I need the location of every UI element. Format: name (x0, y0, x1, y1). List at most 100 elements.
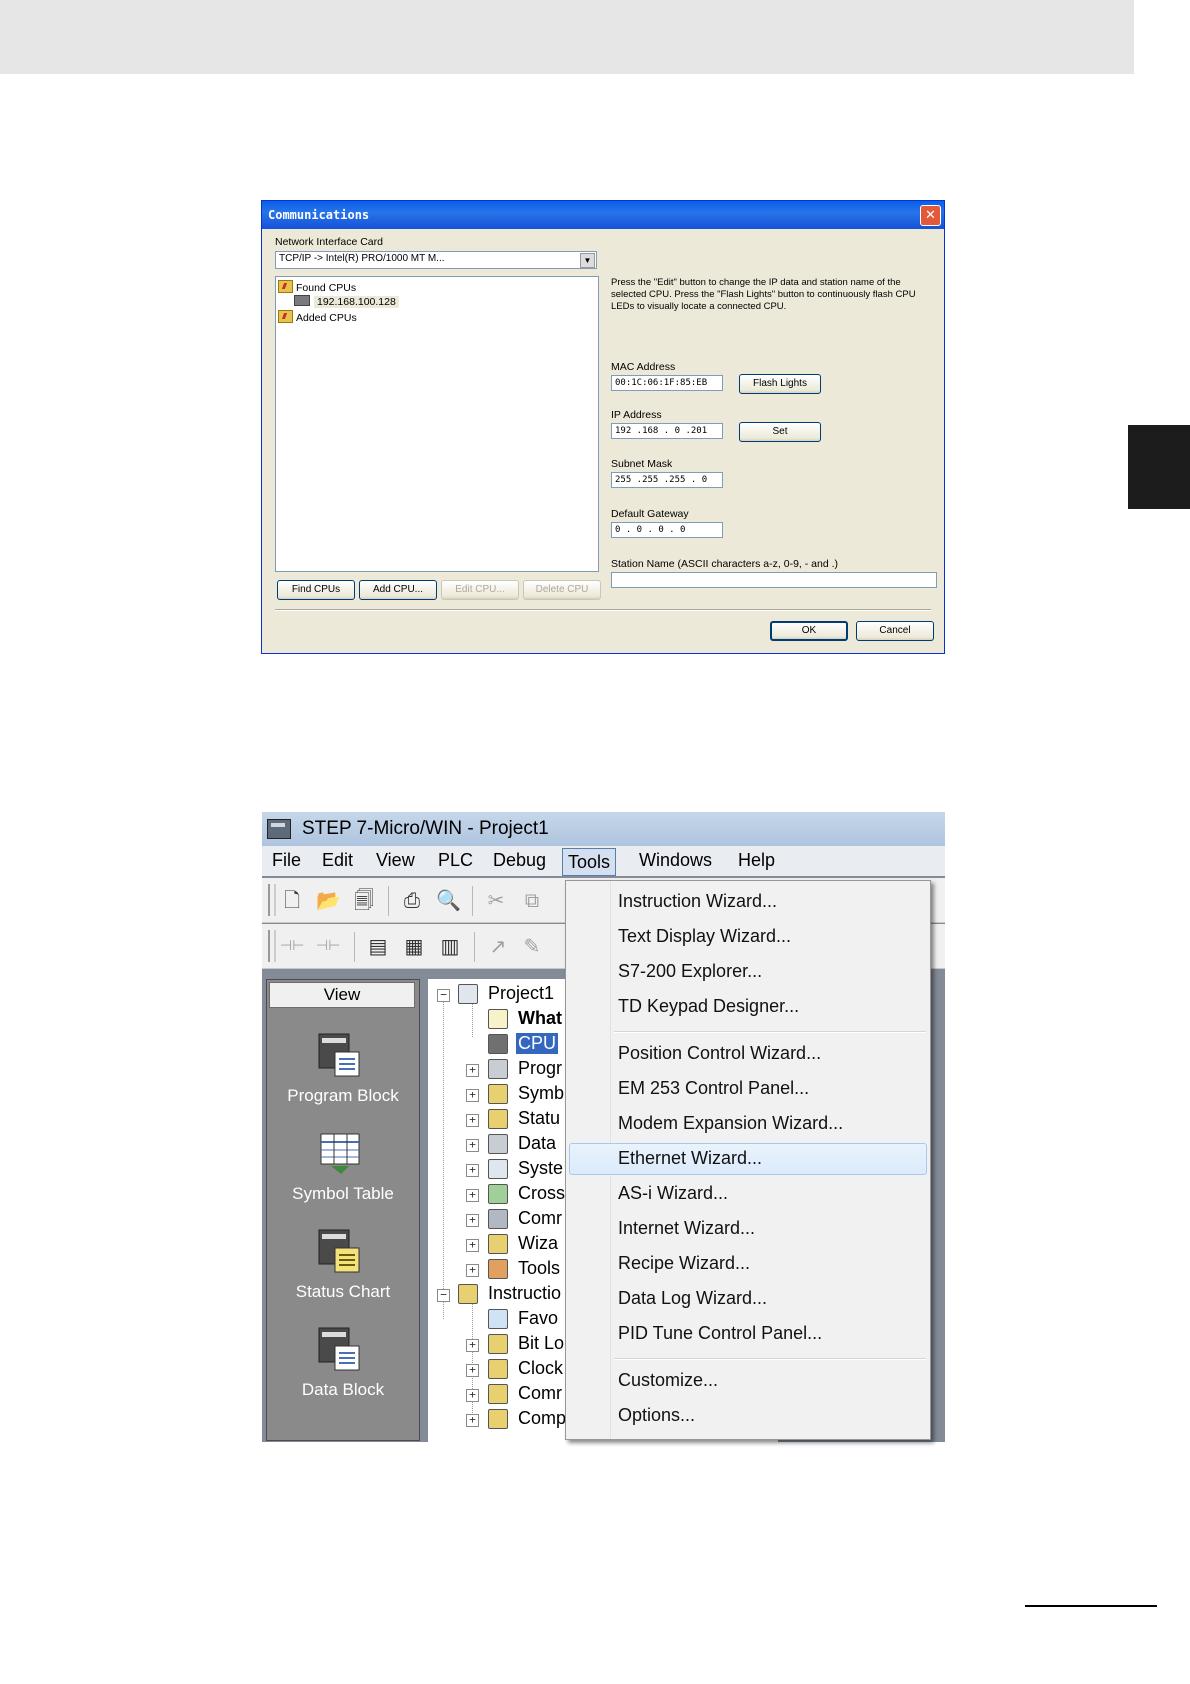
communications-icon (488, 1209, 508, 1229)
menu-item-text-display-wizard[interactable]: Text Display Wizard... (618, 926, 791, 947)
chevron-down-icon[interactable]: ▼ (580, 253, 595, 268)
expand-icon: + (466, 1389, 479, 1402)
folder-icon (278, 280, 293, 293)
gateway-field[interactable]: 0 . 0 . 0 . 0 (611, 522, 723, 538)
navigation-bar: View Program Block Symbol Table Status C… (266, 979, 420, 1441)
branch-tool-icon[interactable]: ✎ (520, 934, 544, 958)
menu-separator (614, 1031, 926, 1033)
flash-lights-button[interactable]: Flash Lights (739, 374, 821, 394)
clock-icon (488, 1359, 508, 1379)
data-block-icon (488, 1134, 508, 1154)
print-preview-icon[interactable]: 🔍 (436, 888, 461, 912)
nav-symbol-table[interactable]: Symbol Table (267, 1130, 419, 1220)
add-cpu-button[interactable]: Add CPU... (359, 580, 437, 600)
nav-data-block[interactable]: Data Block (267, 1326, 419, 1416)
save-all-icon[interactable]: 🗐 (352, 888, 376, 912)
expand-icon: + (466, 1264, 479, 1277)
menu-item-td-keypad-designer[interactable]: TD Keypad Designer... (618, 996, 799, 1017)
dialog-title-bar: Communications ✕ (262, 201, 944, 229)
menu-item-data-log-wizard[interactable]: Data Log Wizard... (618, 1288, 767, 1309)
delete-contact-icon[interactable]: ⊣⊢ (316, 934, 340, 958)
set-button[interactable]: Set (739, 422, 821, 442)
tree-guide (443, 999, 444, 1319)
tree-item-found-cpus[interactable]: Found CPUs (278, 280, 356, 294)
menu-plc[interactable]: PLC (438, 850, 473, 871)
station-name-field[interactable] (611, 572, 937, 588)
network-view-icon[interactable]: ▦ (402, 934, 426, 958)
window-title: STEP 7-Micro/WIN - Project1 (302, 818, 549, 839)
menu-item-options[interactable]: Options... (618, 1405, 695, 1426)
subnet-field[interactable]: 255 .255 .255 . 0 (611, 472, 723, 488)
edit-network-icon[interactable]: ▤ (366, 934, 390, 958)
close-icon[interactable]: ✕ (920, 205, 941, 226)
dialog-body: Network Interface Card TCP/IP -> Intel(R… (265, 229, 941, 650)
cut-icon[interactable]: ✂ (484, 888, 508, 912)
expand-icon: + (466, 1064, 479, 1077)
mac-label: MAC Address (611, 361, 676, 373)
menu-item-as-i-wizard[interactable]: AS-i Wizard... (618, 1183, 728, 1204)
folder-icon (488, 1084, 508, 1104)
station-name-label: Station Name (ASCII characters a-z, 0-9,… (611, 558, 839, 570)
edit-cpu-button[interactable]: Edit CPU... (441, 580, 519, 600)
grid-view-icon[interactable]: ▥ (438, 934, 462, 958)
footer-rule (1025, 1605, 1157, 1607)
menu-item-internet-wizard[interactable]: Internet Wizard... (618, 1218, 755, 1239)
app-icon (267, 819, 291, 839)
collapse-icon: − (437, 1289, 450, 1302)
status-chart-icon (318, 1229, 360, 1273)
menu-view[interactable]: View (376, 850, 415, 871)
menu-item-s7-200-explorer[interactable]: S7-200 Explorer... (618, 961, 762, 982)
toolbar-separator (388, 886, 389, 916)
menu-file[interactable]: File (272, 850, 301, 871)
mac-field: 00:1C:06:1F:85:EB (611, 375, 723, 391)
tree-item-cpu-ip[interactable]: 192.168.100.128 (294, 295, 399, 308)
compare-icon (488, 1409, 508, 1429)
instructions-folder-icon (458, 1284, 478, 1304)
toolbar-grip[interactable] (268, 884, 276, 916)
menu-item-recipe-wizard[interactable]: Recipe Wizard... (618, 1253, 750, 1274)
menu-edit[interactable]: Edit (322, 850, 353, 871)
toolbar-separator (474, 932, 475, 962)
toolbar-separator (354, 932, 355, 962)
nav-header[interactable]: View (269, 982, 415, 1008)
menu-item-modem-expansion-wizard[interactable]: Modem Expansion Wizard... (618, 1113, 843, 1134)
nav-status-chart[interactable]: Status Chart (267, 1228, 419, 1318)
menu-item-instruction-wizard[interactable]: Instruction Wizard... (618, 891, 777, 912)
menu-item-position-control-wizard[interactable]: Position Control Wizard... (618, 1043, 821, 1064)
tree-guide (472, 1003, 473, 1037)
menu-debug[interactable]: Debug (493, 850, 546, 871)
menu-windows[interactable]: Windows (639, 850, 712, 871)
line-tool-icon[interactable]: ↗ (486, 934, 510, 958)
tree-item-added-cpus[interactable]: Added CPUs (278, 310, 357, 324)
find-cpus-button[interactable]: Find CPUs (277, 580, 355, 600)
copy-icon[interactable]: ⧉ (520, 888, 544, 912)
menu-item-em253-control-panel[interactable]: EM 253 Control Panel... (618, 1078, 809, 1099)
system-block-icon (488, 1159, 508, 1179)
help-icon (488, 1009, 508, 1029)
tools-dropdown-menu: Instruction Wizard... Text Display Wizar… (565, 880, 931, 1440)
wizard-icon (488, 1234, 508, 1254)
ip-field[interactable]: 192 .168 . 0 .201 (611, 423, 723, 439)
new-file-icon[interactable]: 🗋 (280, 888, 304, 912)
insert-contact-icon[interactable]: ⊣⊢ (280, 934, 304, 958)
menu-item-pid-tune-control-panel[interactable]: PID Tune Control Panel... (618, 1323, 822, 1344)
expand-icon: + (466, 1364, 479, 1377)
nic-select[interactable]: TCP/IP -> Intel(R) PRO/1000 MT M... ▼ (275, 251, 597, 269)
ip-label: IP Address (611, 409, 662, 421)
tree-guide (472, 1299, 473, 1421)
nav-program-block[interactable]: Program Block (267, 1032, 419, 1122)
expand-icon: + (466, 1214, 479, 1227)
menu-item-customize[interactable]: Customize... (618, 1370, 718, 1391)
folder-icon (278, 310, 293, 323)
expand-icon: + (466, 1189, 479, 1202)
menu-item-ethernet-wizard[interactable]: Ethernet Wizard... (618, 1148, 762, 1169)
delete-cpu-button[interactable]: Delete CPU (523, 580, 601, 600)
menu-tools[interactable]: Tools (562, 848, 617, 876)
menu-help[interactable]: Help (738, 850, 775, 871)
cpu-tree[interactable]: Found CPUs 192.168.100.128 Added CPUs (275, 276, 599, 572)
open-folder-icon[interactable]: 📂 (316, 888, 341, 912)
toolbar-grip[interactable] (268, 930, 276, 962)
ok-button[interactable]: OK (770, 621, 848, 641)
print-icon[interactable]: ⎙ (400, 888, 424, 912)
cancel-button[interactable]: Cancel (856, 621, 934, 641)
